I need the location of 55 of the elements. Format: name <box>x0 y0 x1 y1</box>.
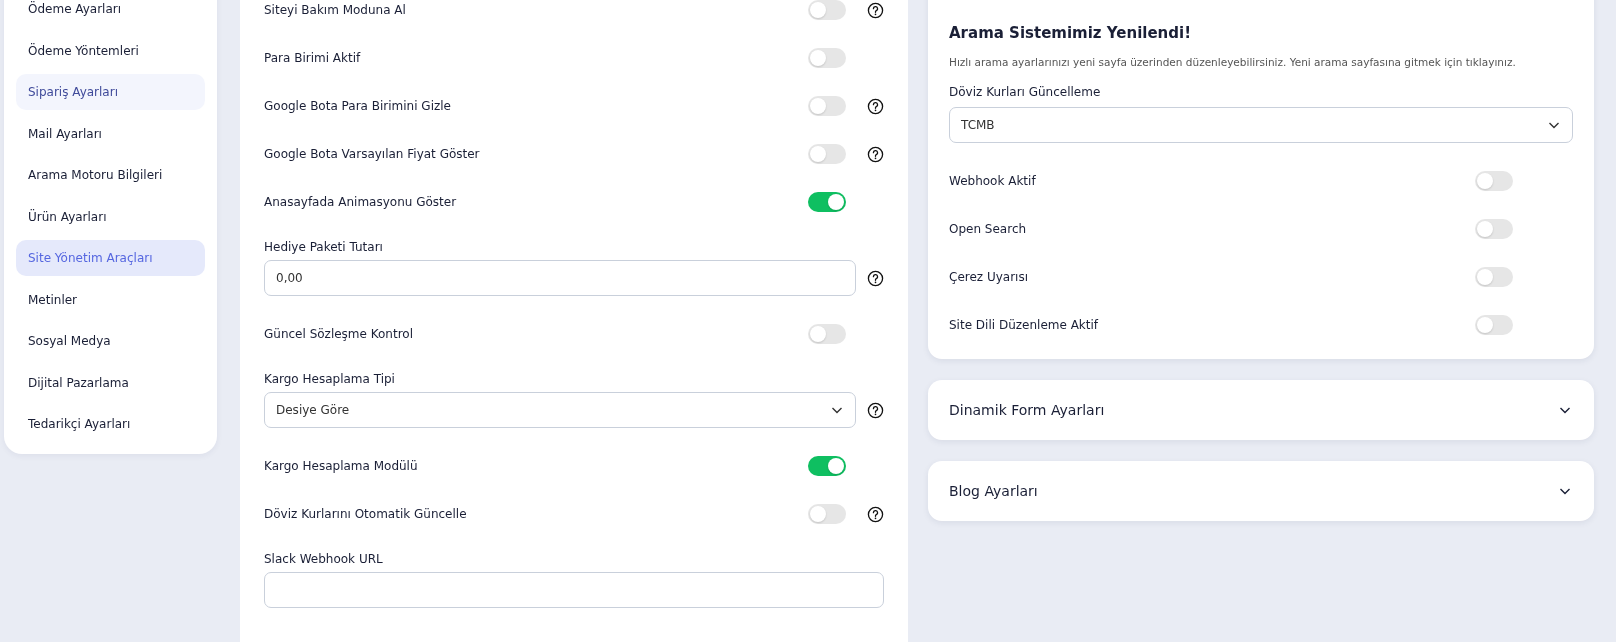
setting-label: Döviz Kurlarını Otomatik Güncelle <box>264 507 468 521</box>
setting-label: Anasayfada Animasyonu Göster <box>264 195 458 209</box>
help-icon[interactable] <box>867 145 884 163</box>
toggle-switch[interactable] <box>808 504 846 524</box>
toggle-switch[interactable] <box>1475 267 1513 287</box>
dropdown-field[interactable]: TCMB <box>949 107 1573 143</box>
panel-title: Blog Ayarları <box>949 483 1038 499</box>
toggle-switch[interactable] <box>808 456 846 476</box>
field-label: Slack Webhook URL <box>264 552 384 566</box>
field-label: Kargo Hesaplama Tipi <box>264 372 396 386</box>
toggle-switch[interactable] <box>808 324 846 344</box>
panel-title: Dinamik Form Ayarları <box>949 402 1105 418</box>
setting-label: Kargo Hesaplama Modülü <box>264 459 419 473</box>
collapsible-panel[interactable]: Blog Ayarları <box>928 461 1594 521</box>
text-input-field[interactable]: 0,00 <box>264 260 856 296</box>
sidebar-item[interactable]: Ödeme Yöntemleri <box>16 32 205 69</box>
setting-label: Webhook Aktif <box>949 174 1037 188</box>
toggle-switch[interactable] <box>1475 171 1513 191</box>
setting-label: Para Birimi Aktif <box>264 51 362 65</box>
help-icon[interactable] <box>867 1 884 19</box>
field-label: Hediye Paketi Tutarı <box>264 240 384 254</box>
setting-label: Çerez Uyarısı <box>949 270 1030 284</box>
toggle-switch[interactable] <box>808 48 846 68</box>
setting-label: Google Bota Varsayılan Fiyat Göster <box>264 147 481 161</box>
field-label: Döviz Kurları Güncelleme <box>949 85 1102 99</box>
help-icon[interactable] <box>867 97 884 115</box>
notice-title: Arama Sistemimiz Yenilendi! <box>949 24 1192 42</box>
toggle-switch[interactable] <box>1475 219 1513 239</box>
text-input-field[interactable] <box>264 572 884 608</box>
sidebar-item[interactable]: Site Yönetim Araçları <box>16 240 205 276</box>
sidebar-item[interactable]: Mail Ayarları <box>16 115 205 152</box>
sidebar-item[interactable]: Ödeme Ayarları <box>16 0 205 27</box>
toggle-switch[interactable] <box>808 96 846 116</box>
sidebar-item[interactable]: Sipariş Ayarları <box>16 74 205 110</box>
notice-text[interactable]: Hızlı arama ayarlarınızı yeni sayfa üzerinden düzenleyebilirsiniz. Yeni arama sayfasına gitmek için tıklayınız. <box>949 56 1573 68</box>
sidebar-item[interactable]: Arama Motoru Bilgileri <box>16 157 205 193</box>
setting-label: Google Bota Para Birimini Gizle <box>264 99 452 113</box>
sidebar-item[interactable]: Tedarikçi Ayarları <box>16 406 205 442</box>
toggle-switch[interactable] <box>808 144 846 164</box>
dropdown-field[interactable]: Desiye Göre <box>264 392 856 428</box>
setting-label: Open Search <box>949 222 1028 236</box>
sidebar-item[interactable]: Dijital Pazarlama <box>16 364 205 401</box>
help-icon[interactable] <box>867 401 884 419</box>
collapsible-panel[interactable]: Dinamik Form Ayarları <box>928 380 1594 440</box>
setting-label: Site Dili Düzenleme Aktif <box>949 318 1100 332</box>
help-icon[interactable] <box>867 269 884 287</box>
toggle-switch[interactable] <box>808 0 846 20</box>
setting-label: Siteyi Bakım Moduna Al <box>264 3 407 17</box>
toggle-switch[interactable] <box>1475 315 1513 335</box>
toggle-switch[interactable] <box>808 192 846 212</box>
sidebar-item[interactable]: Metinler <box>16 281 205 318</box>
sidebar-item[interactable]: Ürün Ayarları <box>16 198 205 235</box>
help-icon[interactable] <box>867 505 884 523</box>
sidebar-item[interactable]: Sosyal Medya <box>16 323 205 359</box>
setting-label: Güncel Sözleşme Kontrol <box>264 327 415 341</box>
